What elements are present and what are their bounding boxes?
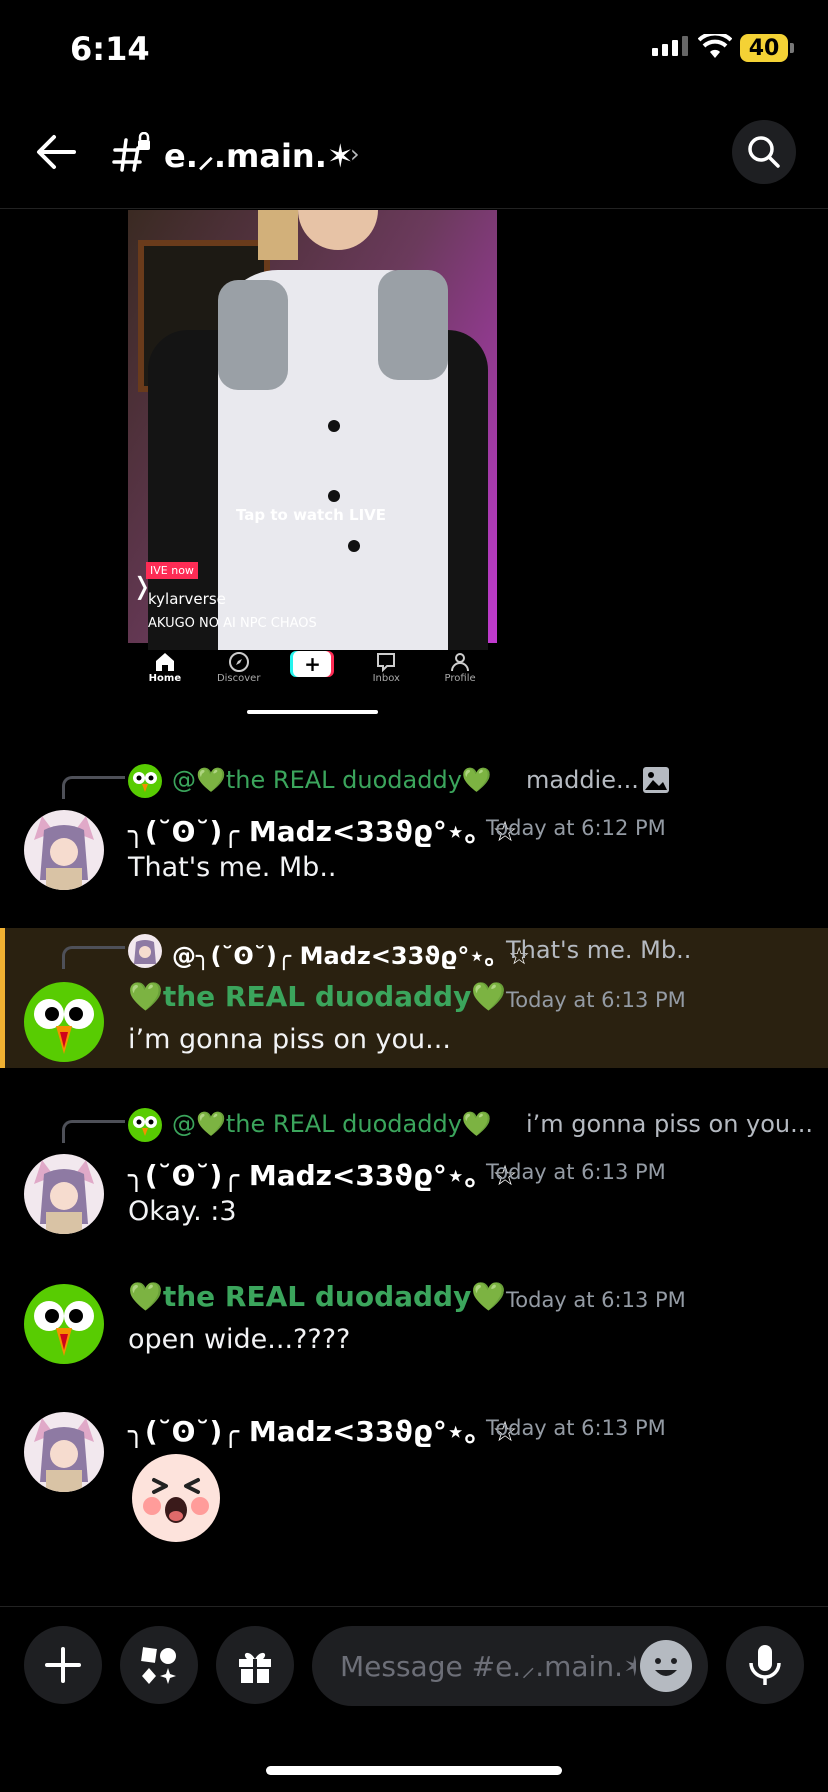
madz-avatar[interactable] xyxy=(24,810,104,890)
reply-connector xyxy=(62,1120,125,1143)
wifi-icon xyxy=(698,34,732,58)
madz-avatar-small[interactable] xyxy=(128,934,162,968)
owl-avatar-icon xyxy=(24,982,104,1062)
tiktok-discover-label: Discover xyxy=(216,673,261,684)
duo-avatar[interactable] xyxy=(24,982,104,1062)
apps-icon xyxy=(141,1647,176,1684)
message-timestamp: Today at 6:13 PM xyxy=(486,1416,666,1440)
owl-avatar-icon xyxy=(128,764,162,798)
voice-message-button[interactable] xyxy=(726,1626,804,1704)
message-author[interactable]: ╮(˘ʘ˘)╭ Madz<33ϑϱ°⋆。☆ xyxy=(128,1410,518,1450)
duo-avatar-small[interactable] xyxy=(128,1108,162,1142)
gift-icon xyxy=(239,1652,271,1683)
message-text: Okay. :3 xyxy=(128,1196,237,1227)
smiley-icon xyxy=(642,1642,690,1690)
shoulder-pad-left-graphic xyxy=(218,280,288,390)
message-timestamp: Today at 6:13 PM xyxy=(506,1288,686,1312)
message-author[interactable]: 💚the REAL duodaddy💚 xyxy=(128,1280,506,1313)
tiktok-create-tab: + xyxy=(282,651,342,681)
image-attachment[interactable]: Tap to watch LIVE IVE now ❭ kylarverse A… xyxy=(128,210,497,730)
channel-name[interactable]: e.⸝.main.✶ xyxy=(164,134,354,177)
inbox-icon xyxy=(377,653,396,673)
owl-avatar-icon xyxy=(24,1284,104,1364)
live-title: AKUGO NO AI NPC CHAOS xyxy=(148,616,317,631)
madz-avatar[interactable] xyxy=(24,1154,104,1234)
live-now-badge: IVE now xyxy=(146,562,198,579)
emoji-button[interactable] xyxy=(640,1640,692,1692)
plus-icon xyxy=(45,1647,81,1683)
locked-channel-hash-icon xyxy=(112,132,150,172)
message-author[interactable]: ╮(˘ʘ˘)╭ Madz<33ϑϱ°⋆。☆ xyxy=(128,1154,518,1194)
message-timestamp: Today at 6:13 PM xyxy=(506,988,686,1012)
tap-to-watch-live-label: Tap to watch LIVE xyxy=(236,506,387,524)
plus-icon: + xyxy=(293,651,332,677)
microphone-icon xyxy=(749,1645,781,1685)
reply-mention[interactable]: @💚the REAL duodaddy💚 xyxy=(172,1110,492,1138)
search-button[interactable] xyxy=(732,120,796,184)
cat-girl-avatar-icon xyxy=(24,1154,104,1234)
cat-girl-avatar-icon xyxy=(24,1412,104,1492)
shirt-button-graphic xyxy=(328,420,340,432)
tiktok-inbox-tab: Inbox xyxy=(356,651,416,684)
reply-mention[interactable]: @╮(˘ʘ˘)╭ Madz<33ϑϱ°⋆。☆ xyxy=(172,936,530,971)
message-text: That's me. Mb.. xyxy=(128,852,337,883)
owl-avatar-icon xyxy=(128,1108,162,1142)
reply-mention[interactable]: @💚the REAL duodaddy💚 xyxy=(172,766,492,794)
madz-avatar[interactable] xyxy=(24,1412,104,1492)
cellular-signal-icon xyxy=(652,36,688,56)
tiktok-inbox-label: Inbox xyxy=(372,673,400,684)
gift-button[interactable] xyxy=(216,1626,294,1704)
home-indicator xyxy=(266,1766,562,1775)
profile-icon xyxy=(451,653,470,672)
tiktok-home-label: Home xyxy=(148,673,182,684)
add-attachment-button[interactable] xyxy=(24,1626,102,1704)
back-arrow-icon[interactable] xyxy=(34,130,78,174)
cat-girl-avatar-icon xyxy=(128,934,162,968)
embed-home-indicator xyxy=(247,710,378,714)
search-icon xyxy=(748,136,780,168)
live-username: kylarverse xyxy=(148,590,226,608)
message-timestamp: Today at 6:13 PM xyxy=(486,1160,666,1184)
compass-icon xyxy=(228,652,249,672)
message-timestamp: Today at 6:12 PM xyxy=(486,816,666,840)
hair-graphic xyxy=(258,210,298,260)
reply-preview[interactable]: maddie... xyxy=(526,766,639,794)
message-author[interactable]: 💚the REAL duodaddy💚 xyxy=(128,980,506,1013)
shoulder-pad-right-graphic xyxy=(378,270,448,380)
reply-preview[interactable]: i’m gonna piss on you... xyxy=(526,1110,813,1138)
duo-avatar[interactable] xyxy=(24,1284,104,1364)
shirt-button-graphic xyxy=(348,540,360,552)
cat-girl-avatar-icon xyxy=(24,810,104,890)
reply-preview[interactable]: That's me. Mb.. xyxy=(506,936,691,964)
chevron-right-icon[interactable]: › xyxy=(350,140,360,168)
reply-connector xyxy=(62,946,125,969)
reply-connector xyxy=(62,776,125,799)
battery-nub xyxy=(790,43,794,53)
apps-button[interactable] xyxy=(120,1626,198,1704)
battery-indicator: 40 xyxy=(740,34,788,62)
yelling-face-sticker[interactable] xyxy=(130,1452,222,1544)
tiktok-profile-tab: Profile xyxy=(430,651,490,684)
message-author[interactable]: ╮(˘ʘ˘)╭ Madz<33ϑϱ°⋆。☆ xyxy=(128,810,518,850)
image-attachment-icon xyxy=(643,767,669,793)
message-text: i’m gonna piss on you... xyxy=(128,1024,451,1055)
shirt-button-graphic xyxy=(328,490,340,502)
tiktok-home-tab: Home xyxy=(135,651,195,684)
tiktok-profile-label: Profile xyxy=(444,673,476,684)
tiktok-bottom-nav: Home Discover + Inbox Profile xyxy=(128,643,497,703)
duo-avatar-small[interactable] xyxy=(128,764,162,798)
message-text: open wide...???? xyxy=(128,1324,351,1355)
composer-divider xyxy=(0,1606,828,1607)
home-icon xyxy=(155,653,174,671)
tiktok-discover-tab: Discover xyxy=(209,651,269,684)
status-time: 6:14 xyxy=(70,30,150,68)
header-divider xyxy=(0,208,828,209)
